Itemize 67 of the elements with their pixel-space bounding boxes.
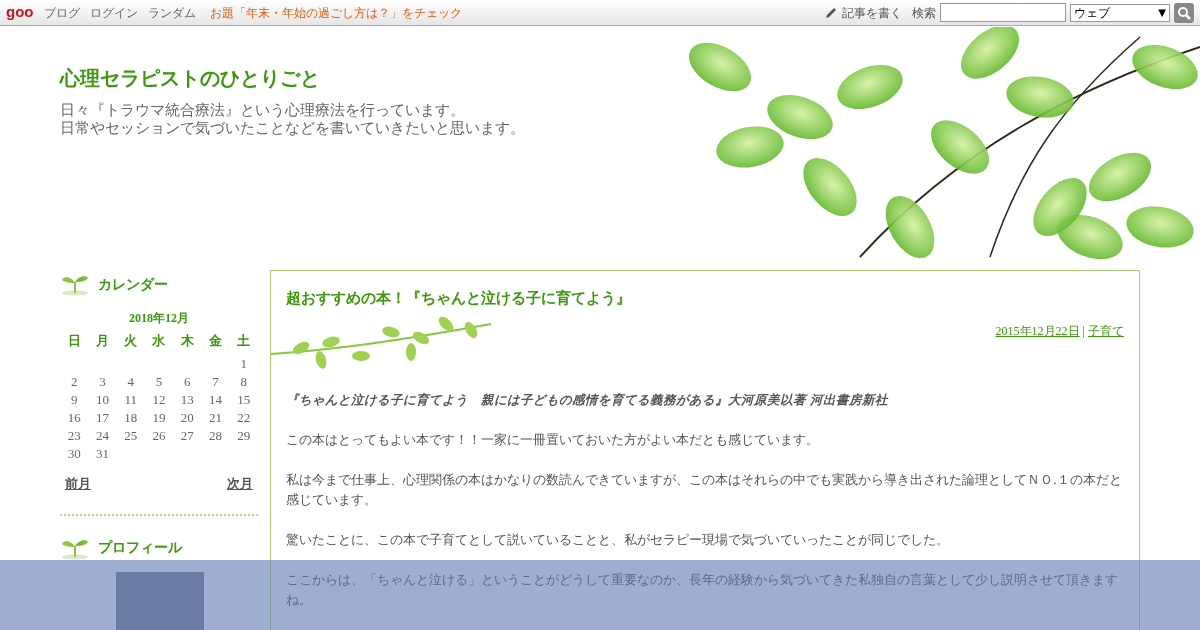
calendar-day: 3 <box>88 373 117 391</box>
write-link[interactable]: 記事を書く <box>842 3 902 22</box>
calendar-day: 25 <box>116 427 145 445</box>
paragraph: 驚いたことに、この本で子育てとして説いていることと、私がセラピー現場で気づいていったことが同じでした。 <box>286 530 950 549</box>
nav-link[interactable]: ブログ <box>43 3 80 22</box>
calendar-day: 12 <box>144 391 174 409</box>
weekday-label: 金 <box>208 332 224 350</box>
post-date-link[interactable]: 2015年12月22日 <box>995 321 1080 340</box>
promo-link[interactable]: お題「年末・年始の過ごし方は？」をチェック <box>209 3 462 22</box>
blog-title[interactable]: 心理セラピストのひとりごと <box>60 63 1200 93</box>
weekday-label: 月 <box>94 332 110 350</box>
calendar-day: 28 <box>201 427 230 445</box>
prev-month-link[interactable]: 前月 <box>65 474 91 494</box>
weekday-label: 木 <box>179 332 195 350</box>
calendar-day: 24 <box>88 427 117 445</box>
calendar-day: 31 <box>88 445 117 463</box>
calendar-day: 27 <box>173 427 202 445</box>
separator: | <box>1082 322 1085 340</box>
post-title[interactable]: 超おすすめの本！『ちゃんと泣ける子に育てよう』 <box>286 287 1124 310</box>
search-label: 検索 <box>912 4 936 22</box>
calendar-heading: カレンダー <box>98 274 168 294</box>
paragraph: ここからは、「ちゃんと泣ける」ということがどうして重要なのか、長年の経験から気づいてきた私独自の言葉として少し説明させて頂きますね。 <box>286 570 1119 609</box>
calendar-day: 2 <box>60 373 89 391</box>
calendar-day: 13 <box>173 391 202 409</box>
search-icon <box>1177 5 1191 20</box>
scope-select[interactable]: ウェブ ▼ <box>1070 3 1170 22</box>
calendar-day: 19 <box>144 409 174 427</box>
next-month-link[interactable]: 次月 <box>227 474 253 494</box>
calendar-day: 1 <box>229 355 258 373</box>
logo[interactable]: goo <box>6 1 34 24</box>
calendar-day: 17 <box>88 409 117 427</box>
weekday-label: 土 <box>236 332 252 350</box>
calendar-day: 16 <box>60 409 89 427</box>
calendar-day: 23 <box>60 427 89 445</box>
calendar-day: 6 <box>173 373 202 391</box>
calendar-day: 11 <box>116 391 145 409</box>
blog-description: 日々『トラウマ統合療法』という心理療法を行っています。 <box>60 101 466 119</box>
search-field[interactable] <box>940 3 1066 22</box>
pencil-icon <box>824 5 838 20</box>
calendar-day: 14 <box>201 391 230 409</box>
calendar-day: 15 <box>229 391 258 409</box>
calendar-day: 22 <box>229 409 258 427</box>
search-button[interactable] <box>1174 2 1194 23</box>
calendar-day: 26 <box>144 427 174 445</box>
book-reference: 『ちゃんと泣ける子に育てよう 親には子どもの感情を育てる義務がある』大河原美以著 河出書房新社 <box>286 390 890 409</box>
calendar-day: 8 <box>229 373 258 391</box>
calendar-day: 21 <box>201 409 230 427</box>
nav-link[interactable]: ランダム <box>147 3 196 22</box>
calendar-day: 29 <box>229 427 258 445</box>
paragraph: この本はとってもよい本です！！一家に一冊置いておいた方がよい本だとも感じています。 <box>286 430 820 449</box>
calendar-day: 5 <box>144 373 174 391</box>
calendar-day: 4 <box>116 373 145 391</box>
category-link[interactable]: 子育て <box>1088 321 1124 340</box>
calendar-day: 20 <box>173 409 202 427</box>
blog-description: 日常やセッションで気づいたことなどを書いていきたいと思います。 <box>60 119 526 137</box>
calendar-day: 10 <box>88 391 117 409</box>
profile-heading: プロフィール <box>98 538 182 557</box>
weekday-label: 水 <box>151 332 167 350</box>
calendar-day: 7 <box>201 373 230 391</box>
calendar-day: 9 <box>60 391 89 409</box>
calendar-day: 30 <box>60 445 89 463</box>
weekday-label: 火 <box>123 332 139 350</box>
paragraph: 私は今まで仕事上、心理関係の本はかなりの数読んできていますが、この本はそれらの中でも実践から導き出された論理としてＮＯ.１の本だと感じています。 <box>286 470 1123 509</box>
weekday-label: 日 <box>66 332 82 350</box>
calendar-day: 18 <box>116 409 145 427</box>
nav-link[interactable]: ログイン <box>89 3 138 22</box>
calendar-month: 2018年12月 <box>128 310 190 327</box>
